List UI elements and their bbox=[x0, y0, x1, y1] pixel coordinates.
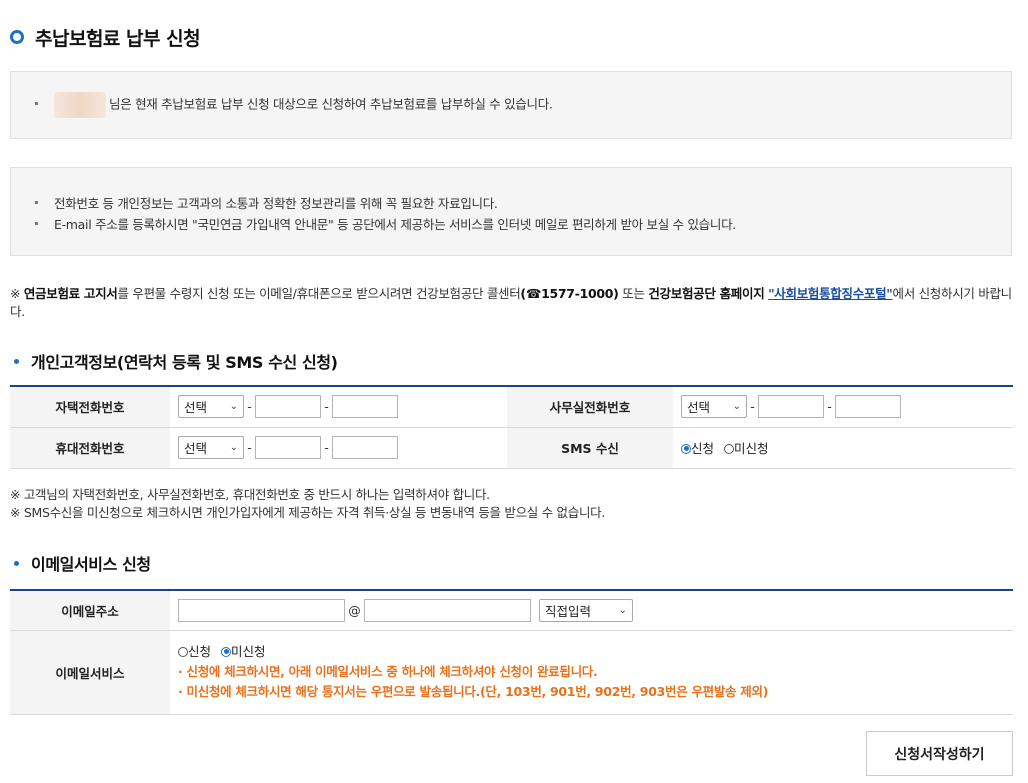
mobile-phone-prefix-select[interactable]: 선택 ⌄ bbox=[178, 436, 244, 459]
mobile-phone-label: 휴대전화번호 bbox=[10, 427, 170, 469]
mobile-phone-last-input[interactable] bbox=[332, 436, 398, 459]
office-phone-middle-input[interactable] bbox=[758, 395, 824, 419]
eligibility-notice: 님은 현재 추납보험료 납부 신청 대상으로 신청하여 추납보험료를 납부하실 … bbox=[10, 71, 1012, 139]
eligibility-text: 님은 현재 추납보험료 납부 신청 대상으로 신청하여 추납보험료를 납부하실 … bbox=[109, 96, 553, 112]
contact-form-table: 자택전화번호 선택 ⌄ - - 사무실전화번호 선택 ⌄ - - 휴대전화번호 선택 ⌄ - - … bbox=[10, 385, 1013, 469]
privacy-notice: 전화번호 등 개인정보는 고객과의 소통과 정확한 정보관리를 위해 꼭 필요한… bbox=[10, 167, 1012, 256]
chevron-down-icon: ⌄ bbox=[229, 401, 238, 413]
bullet-icon bbox=[35, 101, 38, 105]
email-address-label: 이메일주소 bbox=[10, 590, 170, 631]
section-title-email: 이메일서비스 신청 bbox=[10, 551, 151, 575]
title-ring-icon bbox=[10, 30, 24, 44]
masked-name bbox=[54, 92, 106, 118]
billing-notice: ※ 연금보험료 고지서를 우편물 수령지 신청 또는 이메일/휴대폰으로 받으시… bbox=[10, 286, 1012, 319]
portal-link[interactable]: "사회보험통합징수포털" bbox=[768, 286, 893, 301]
sms-decline-radio[interactable] bbox=[724, 443, 734, 454]
email-service-apply-radio[interactable] bbox=[178, 646, 188, 657]
email-service-fields: 신청 미신청 · 신청에 체크하시면, 아래 이메일서비스 중 하나에 체크하셔… bbox=[170, 630, 1013, 715]
office-phone-label: 사무실전화번호 bbox=[507, 386, 673, 428]
email-service-decline-radio[interactable] bbox=[221, 646, 231, 657]
mobile-phone-fields: 선택 ⌄ - - bbox=[170, 427, 507, 469]
home-phone-middle-input[interactable] bbox=[255, 395, 321, 419]
page-title: 추납보험료 납부 신청 bbox=[10, 24, 201, 50]
home-phone-fields: 선택 ⌄ - - bbox=[170, 386, 507, 428]
chevron-down-icon: ⌄ bbox=[618, 604, 627, 616]
email-domain-select[interactable]: 직접입력 ⌄ bbox=[538, 598, 633, 622]
submit-application-button[interactable]: 신청서작성하기 bbox=[866, 731, 1013, 776]
mobile-phone-middle-input[interactable] bbox=[255, 436, 321, 459]
section-bullet-icon bbox=[14, 358, 19, 364]
bullet-icon bbox=[35, 201, 38, 204]
sms-label: SMS 수신 bbox=[507, 427, 673, 469]
home-phone-last-input[interactable] bbox=[332, 395, 398, 419]
home-phone-area-select[interactable]: 선택 ⌄ bbox=[178, 395, 244, 419]
email-warning-2: · 미신청에 체크하시면 해당 통지서는 우편으로 발송됩니다.(단, 103번… bbox=[178, 684, 769, 699]
office-phone-area-select[interactable]: 선택 ⌄ bbox=[681, 395, 747, 419]
email-service-label: 이메일서비스 bbox=[10, 630, 170, 715]
contact-notes: ※ 고객님의 자택전화번호, 사무실전화번호, 휴대전화번호 중 반드시 하나는… bbox=[10, 487, 606, 520]
sms-apply-radio[interactable] bbox=[681, 443, 691, 454]
page-title-text: 추납보험료 납부 신청 bbox=[35, 27, 201, 50]
section-bullet-icon bbox=[14, 560, 19, 566]
privacy-line-1: 전화번호 등 개인정보는 고객과의 소통과 정확한 정보관리를 위해 꼭 필요한… bbox=[35, 193, 498, 212]
privacy-line-2: E-mail 주소를 등록하시면 "국민연금 가입내역 안내문" 등 공단에서 … bbox=[35, 214, 736, 233]
eligibility-line: 님은 현재 추납보험료 납부 신청 대상으로 신청하여 추납보험료를 납부하실 … bbox=[35, 92, 553, 118]
email-address-fields: @ 직접입력 ⌄ bbox=[170, 590, 1013, 631]
sms-options: 신청 미신청 bbox=[673, 427, 1013, 469]
office-phone-fields: 선택 ⌄ - - bbox=[673, 386, 1013, 428]
email-local-input[interactable] bbox=[178, 598, 345, 622]
bullet-icon bbox=[35, 222, 38, 225]
chevron-down-icon: ⌄ bbox=[229, 442, 238, 453]
chevron-down-icon: ⌄ bbox=[732, 401, 741, 413]
email-domain-input[interactable] bbox=[364, 598, 531, 622]
email-form-table: 이메일주소 @ 직접입력 ⌄ 이메일서비스 신청 미신청 · 신청에 체크하시면,… bbox=[10, 589, 1013, 715]
email-warning-1: · 신청에 체크하시면, 아래 이메일서비스 중 하나에 체크하셔야 신청이 완… bbox=[178, 664, 598, 679]
section-title-contact: 개인고객정보(연락처 등록 및 SMS 수신 신청) bbox=[10, 349, 338, 373]
home-phone-label: 자택전화번호 bbox=[10, 386, 170, 428]
office-phone-last-input[interactable] bbox=[835, 395, 901, 419]
